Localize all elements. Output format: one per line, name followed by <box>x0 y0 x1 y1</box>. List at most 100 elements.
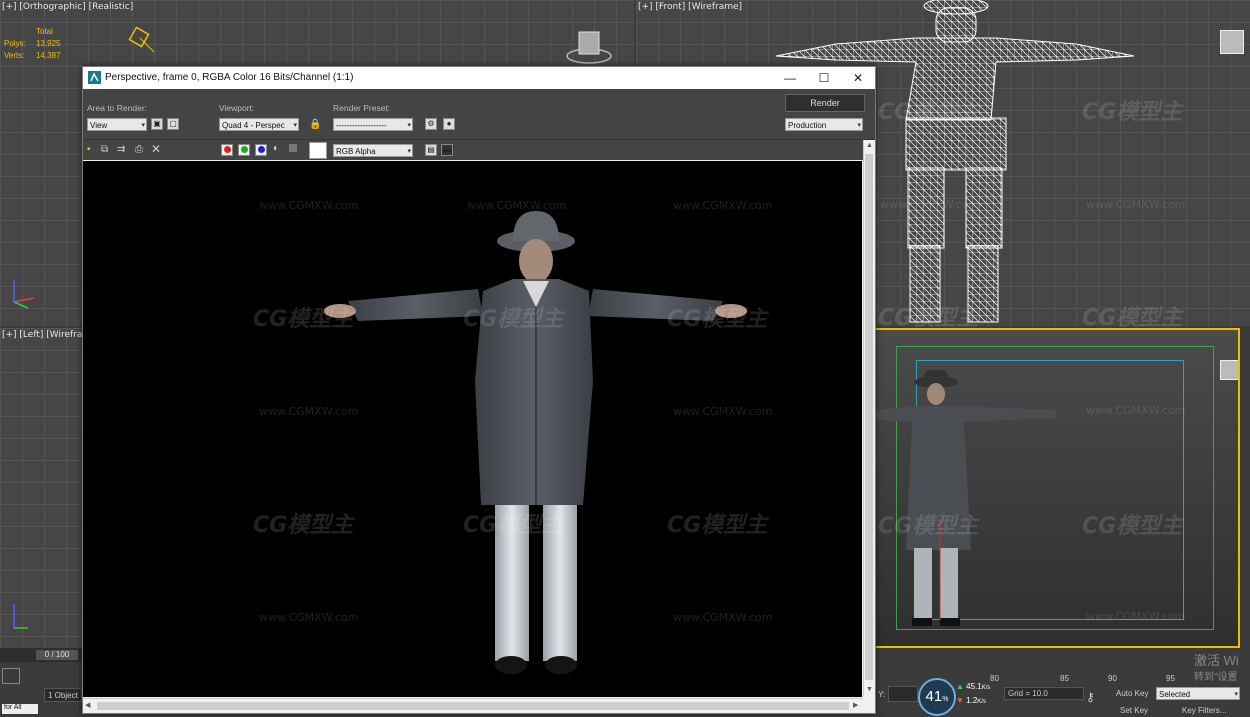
chevron-down-icon: ▾ <box>141 122 145 129</box>
scroll-down-icon[interactable]: ▼ <box>866 686 873 693</box>
viewport-label[interactable]: [+] [Orthographic] [Realistic] <box>2 2 133 12</box>
maxscript-listener[interactable]: for All <box>2 704 38 714</box>
axis-tripod-icon <box>13 280 35 309</box>
app-logo-icon <box>88 71 101 84</box>
auto-region-icon[interactable]: ▢ <box>167 118 179 130</box>
rendered-frame-window[interactable]: Perspective, frame 0, RGBA Color 16 Bits… <box>82 66 876 714</box>
vertical-scrollbar[interactable]: ▲ ▼ <box>863 140 875 697</box>
red-channel-toggle[interactable] <box>221 144 233 156</box>
light-gizmo-icon[interactable] <box>126 24 156 54</box>
verts-label: Verts: <box>4 51 25 60</box>
channel-toolbar: ▪ ⧉ ⇉ ⎙ ✕ ◐ RGB Alpha ▾ ▤ ▬ <box>83 140 875 160</box>
watermark-logo: CG模型主 <box>463 513 564 538</box>
render-mode-dropdown[interactable]: Production ▾ <box>785 118 863 131</box>
viewport-label: Viewport: <box>219 103 255 113</box>
watermark-url: www.CGMXW.com <box>673 405 773 418</box>
render-setup-icon[interactable]: ⚙ <box>425 118 437 130</box>
toggle-ui-icon[interactable]: ▬ <box>441 144 453 156</box>
viewcube-icon[interactable] <box>565 24 613 66</box>
area-to-render-label: Area to Render: <box>87 103 148 113</box>
render-settings-toolbar: Area to Render: View ▾ ▣ ▢ Viewport: Quad… <box>83 89 875 140</box>
render-button[interactable]: Render <box>785 94 865 112</box>
activate-windows-line1: 激活 Wi <box>1194 653 1239 668</box>
watermark-url: www.CGMXW.com <box>880 198 980 211</box>
time-slider[interactable]: 0 / 100 <box>36 650 78 660</box>
save-image-icon[interactable]: ▪ <box>87 144 91 155</box>
key-selection-value: Selected <box>1159 690 1191 699</box>
color-swatch[interactable] <box>309 142 327 159</box>
scroll-right-icon[interactable]: ▶ <box>853 701 858 709</box>
watermark-logo: CG模型主 <box>667 307 768 332</box>
watermark-logo: CG模型主 <box>878 100 979 125</box>
chevron-down-icon: ▾ <box>857 122 861 129</box>
download-unit: K/s <box>977 699 986 705</box>
close-button[interactable]: ✕ <box>841 67 875 89</box>
alpha-channel-icon[interactable]: ◐ <box>273 143 279 154</box>
watermark-logo: CG模型主 <box>1082 306 1183 331</box>
activate-windows-line2: 转到"设置 <box>1194 672 1238 683</box>
y-coordinate-field[interactable] <box>888 686 918 702</box>
scroll-thumb[interactable] <box>865 154 873 680</box>
stats-total-label: Total <box>36 27 53 36</box>
scroll-thumb[interactable] <box>97 702 849 710</box>
scroll-left-icon[interactable]: ◀ <box>85 701 90 709</box>
viewcube-icon[interactable] <box>1220 360 1238 380</box>
lock-icon[interactable]: 🔒 <box>309 119 321 130</box>
key-filters-button[interactable]: Key Filters... <box>1182 706 1226 715</box>
channel-display-value: RGB Alpha <box>336 147 376 156</box>
watermark-url: www.CGMXW.com <box>673 611 773 624</box>
timeline-tick: 90 <box>1108 674 1117 683</box>
minimize-button[interactable]: — <box>773 67 807 89</box>
blue-channel-toggle[interactable] <box>255 144 267 156</box>
watermark-url: www.CGMXW.com <box>1086 198 1186 211</box>
render-canvas[interactable]: CG模型主 CG模型主 CG模型主 www.CGMXW.com www.CGMX… <box>83 161 862 697</box>
polys-label: Polys: <box>4 39 26 48</box>
print-icon[interactable]: ⎙ <box>135 144 143 155</box>
clear-icon[interactable]: ✕ <box>151 142 161 156</box>
green-channel-toggle[interactable] <box>238 144 250 156</box>
chevron-down-icon: ▾ <box>407 122 411 129</box>
scroll-up-icon[interactable]: ▲ <box>866 142 873 149</box>
area-to-render-dropdown[interactable]: View ▾ <box>87 118 147 131</box>
window-titlebar[interactable]: Perspective, frame 0, RGBA Color 16 Bits… <box>83 67 875 89</box>
viewport-label[interactable]: [+] [Front] [Wireframe] <box>638 2 742 12</box>
horizontal-scrollbar[interactable]: ◀ ▶ <box>83 698 863 713</box>
auto-key-button[interactable]: Auto Key <box>1116 689 1148 698</box>
viewport-dropdown[interactable]: Quad 4 - Perspec ▾ <box>219 118 299 131</box>
chevron-down-icon: ▾ <box>407 148 411 155</box>
timeline-tick: 80 <box>990 674 999 683</box>
y-coordinate-label: Y: <box>878 690 886 699</box>
watermark-url: www.CGMXW.com <box>259 199 359 212</box>
edit-region-icon[interactable]: ▣ <box>151 118 163 130</box>
toggle-ui-overlay-icon[interactable]: ▤ <box>425 144 437 156</box>
window-title: Perspective, frame 0, RGBA Color 16 Bits… <box>105 72 354 83</box>
network-monitor-gauge: 41% <box>918 678 956 716</box>
set-key-button[interactable]: Set Key <box>1120 706 1148 715</box>
channel-display-dropdown[interactable]: RGB Alpha ▾ <box>333 144 413 157</box>
viewcube-icon[interactable] <box>1220 30 1244 54</box>
key-selection-dropdown[interactable]: Selected ▾ <box>1156 687 1240 700</box>
clone-window-icon[interactable]: ⇉ <box>117 144 125 155</box>
key-icon[interactable]: ⚷ <box>1086 690 1095 704</box>
verts-value: 14,387 <box>36 51 61 60</box>
copy-image-icon[interactable]: ⧉ <box>101 144 108 155</box>
watermark-url: www.CGMXW.com <box>467 199 567 212</box>
render-mode-value: Production <box>788 121 827 130</box>
maximize-button[interactable]: ☐ <box>807 67 841 89</box>
watermark-url: www.CGMXW.com <box>1086 610 1186 623</box>
environment-icon[interactable]: ● <box>443 118 455 130</box>
toolbar-icon[interactable] <box>2 668 20 684</box>
upload-unit: K/s <box>981 685 991 691</box>
viewport-perspective[interactable] <box>874 328 1240 648</box>
axis-tripod-icon <box>13 604 28 629</box>
monochrome-icon[interactable] <box>289 144 297 152</box>
render-preset-label: Render Preset: <box>333 103 391 113</box>
selection-count: 1 Object <box>44 688 82 702</box>
render-preset-dropdown[interactable]: ------------------- ▾ <box>333 118 413 131</box>
grid-size: Grid = 10.0 <box>1004 687 1084 700</box>
character-model-perspective[interactable] <box>876 360 1076 640</box>
render-preset-value: ------------------- <box>336 121 387 130</box>
timeline-tick: 85 <box>1060 674 1069 683</box>
timeline-bar[interactable]: 0 / 100 <box>0 648 82 662</box>
viewport-value: Quad 4 - Perspec <box>222 121 285 130</box>
